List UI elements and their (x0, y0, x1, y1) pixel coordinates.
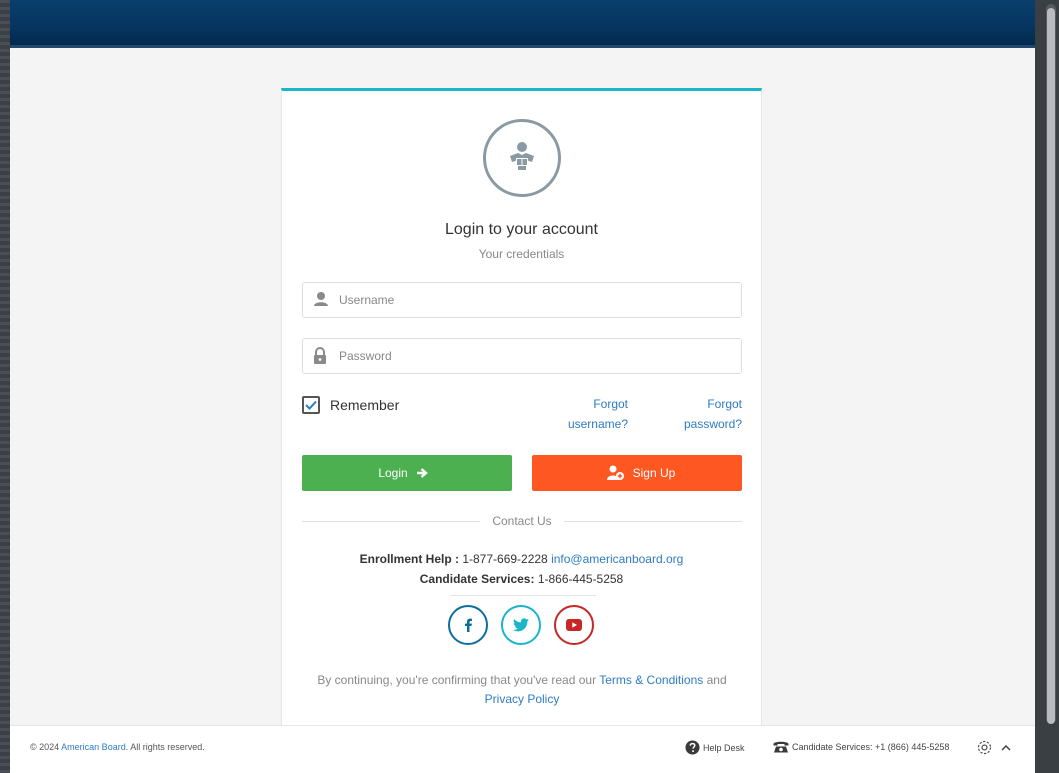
twitter-button[interactable] (501, 605, 541, 645)
terms-conditions-link[interactable]: Terms & Conditions (599, 673, 703, 687)
contact-separator (450, 595, 596, 596)
copyright-text: © 2024 American Board. All rights reserv… (30, 742, 205, 752)
contact-divider: Contact Us (302, 513, 743, 529)
candidate-label: Candidate Services: (419, 572, 535, 586)
username-field[interactable] (302, 282, 742, 318)
scrollbar-thumb[interactable] (1047, 8, 1055, 724)
login-card: Login to your account Your credentials U… (281, 88, 762, 748)
youtube-icon (566, 619, 582, 631)
facebook-button[interactable] (448, 605, 488, 645)
login-subtitle: Your credentials (478, 247, 565, 261)
privacy-policy-link[interactable]: Privacy Policy (485, 692, 560, 706)
copyright-suffix: . All rights reserved. (125, 742, 205, 752)
help-desk-label: Help Desk (703, 742, 745, 753)
lock-icon (313, 347, 329, 365)
top-header-bar (10, 0, 1035, 48)
remember-control[interactable]: Remember (302, 395, 399, 415)
telephone-icon (773, 741, 789, 753)
forgot-username-line1: Forgot (593, 397, 628, 411)
terms-notice: By continuing, you're confirming that yo… (302, 671, 742, 709)
app-window: Login to your account Your credentials U… (10, 0, 1035, 773)
youtube-button[interactable] (554, 605, 594, 645)
left-window-edge (0, 0, 10, 773)
forgot-username-line2: username? (567, 417, 628, 431)
twitter-icon (513, 618, 529, 632)
copyright-prefix: © 2024 (30, 742, 60, 752)
enrollment-help-line: Enrollment Help : 1-877-669-2228 info@am… (282, 552, 761, 566)
forgot-password-link[interactable]: Forgot password? (656, 394, 742, 434)
american-board-link[interactable]: American Board (61, 742, 126, 752)
login-title: Login to your account (445, 221, 598, 238)
settings-menu-toggle[interactable] (976, 739, 1014, 756)
enrollment-phone: 1-877-669-2228 (462, 552, 548, 566)
add-user-icon (606, 465, 624, 480)
user-icon (313, 291, 329, 309)
contact-heading: Contact Us (492, 514, 552, 528)
user-reading-icon (483, 119, 561, 197)
enrollment-label: Enrollment Help : (359, 552, 459, 566)
forgot-password-line2: password? (683, 417, 742, 431)
signup-button[interactable]: Sign Up (532, 455, 742, 491)
login-button-label: Login (378, 466, 408, 480)
login-button[interactable]: Login (302, 455, 512, 491)
question-circle-icon (685, 740, 700, 755)
password-input[interactable] (339, 339, 735, 373)
checkmark-icon (305, 400, 317, 410)
candidate-services-label: Candidate Services: +1 (866) 445-5258 (792, 741, 950, 752)
help-desk-link[interactable]: Help Desk (685, 740, 745, 755)
forgot-password-line1: Forgot (707, 397, 742, 411)
password-field[interactable] (302, 338, 742, 374)
username-input[interactable] (339, 283, 735, 317)
remember-label: Remember (330, 397, 400, 413)
terms-prefix: By continuing, you're confirming that yo… (317, 673, 597, 687)
facebook-icon (465, 618, 472, 632)
candidate-services-line: Candidate Services: 1-866-445-5258 (282, 572, 761, 586)
forgot-username-link[interactable]: Forgot username? (542, 394, 628, 434)
candidate-phone: 1-866-445-5258 (537, 572, 624, 586)
page-footer: © 2024 American Board. All rights reserv… (10, 725, 1035, 773)
terms-and: and (706, 673, 727, 687)
signup-button-label: Sign Up (632, 466, 676, 480)
enrollment-email-link[interactable]: info@americanboard.org (551, 552, 683, 566)
arrow-right-icon (416, 468, 428, 478)
remember-checkbox[interactable] (302, 396, 320, 414)
chevron-up-icon (1001, 744, 1011, 751)
gear-icon (977, 740, 992, 755)
candidate-services-footer[interactable]: Candidate Services: +1 (866) 445-5258 (773, 740, 949, 753)
